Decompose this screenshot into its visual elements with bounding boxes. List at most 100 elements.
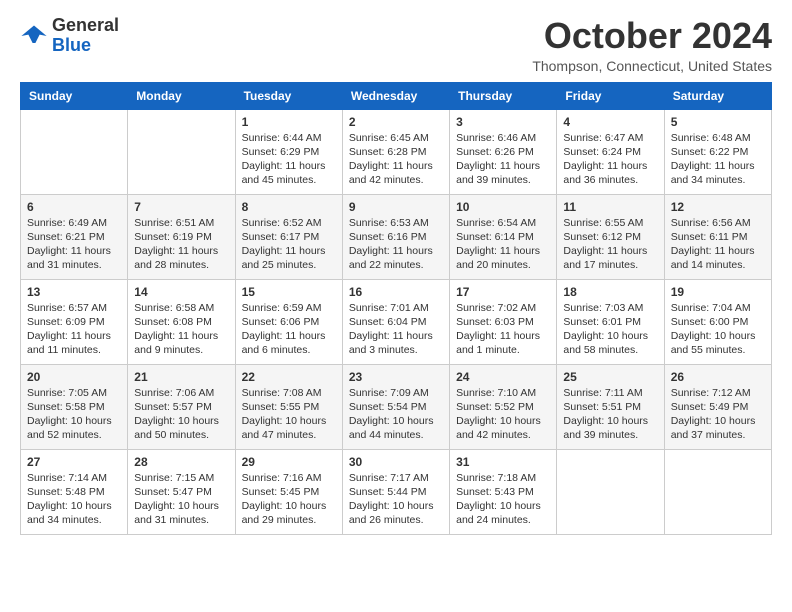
page-header: General Blue October 2024 Thompson, Conn…: [20, 16, 772, 74]
day-detail: Sunrise: 7:11 AM Sunset: 5:51 PM Dayligh…: [563, 386, 657, 443]
day-number: 17: [456, 285, 550, 299]
day-number: 27: [27, 455, 121, 469]
logo: General Blue: [20, 16, 119, 56]
day-detail: Sunrise: 6:48 AM Sunset: 6:22 PM Dayligh…: [671, 131, 765, 188]
day-detail: Sunrise: 6:51 AM Sunset: 6:19 PM Dayligh…: [134, 216, 228, 273]
day-detail: Sunrise: 7:14 AM Sunset: 5:48 PM Dayligh…: [27, 471, 121, 528]
calendar-cell: 4Sunrise: 6:47 AM Sunset: 6:24 PM Daylig…: [557, 109, 664, 194]
day-detail: Sunrise: 6:45 AM Sunset: 6:28 PM Dayligh…: [349, 131, 443, 188]
calendar-cell: 31 Sunrise: 7:18 AM Sunset: 5:43 PM Dayli…: [450, 449, 557, 534]
calendar-cell: 1Sunrise: 6:44 AM Sunset: 6:29 PM Daylig…: [235, 109, 342, 194]
day-number: 19: [671, 285, 765, 299]
day-number: 2: [349, 115, 443, 129]
day-detail: Sunrise: 6:52 AM Sunset: 6:17 PM Dayligh…: [242, 216, 336, 273]
day-number: 25: [563, 370, 657, 384]
day-detail: Sunrise: 7:01 AM Sunset: 6:04 PM Dayligh…: [349, 301, 443, 358]
day-detail: Sunrise: 7:08 AM Sunset: 5:55 PM Dayligh…: [242, 386, 336, 443]
logo-text: General Blue: [52, 16, 119, 56]
day-number: 7: [134, 200, 228, 214]
day-number: 22: [242, 370, 336, 384]
day-detail: Sunrise: 6:54 AM Sunset: 6:14 PM Dayligh…: [456, 216, 550, 273]
calendar-header-tuesday: Tuesday: [235, 82, 342, 109]
calendar-cell: 11 Sunrise: 6:55 AM Sunset: 6:12 PM Dayli…: [557, 194, 664, 279]
calendar-cell: 2 Sunrise: 6:45 AM Sunset: 6:28 PM Daylig…: [342, 109, 449, 194]
calendar-cell: 23 Sunrise: 7:09 AM Sunset: 5:54 PM Dayli…: [342, 364, 449, 449]
day-number: 16: [349, 285, 443, 299]
day-detail: Sunrise: 6:56 AM Sunset: 6:11 PM Dayligh…: [671, 216, 765, 273]
calendar-cell: 21 Sunrise: 7:06 AM Sunset: 5:57 PM Dayli…: [128, 364, 235, 449]
day-number: 14: [134, 285, 228, 299]
calendar-header-friday: Friday: [557, 82, 664, 109]
calendar-cell: 9 Sunrise: 6:53 AM Sunset: 6:16 PM Daylig…: [342, 194, 449, 279]
calendar-week-row: 27 Sunrise: 7:14 AM Sunset: 5:48 PM Dayli…: [21, 449, 772, 534]
calendar-cell: [664, 449, 771, 534]
day-number: 9: [349, 200, 443, 214]
day-number: 30: [349, 455, 443, 469]
day-number: 20: [27, 370, 121, 384]
day-detail: Sunrise: 6:46 AM Sunset: 6:26 PM Dayligh…: [456, 131, 550, 188]
calendar-cell: 10 Sunrise: 6:54 AM Sunset: 6:14 PM Dayli…: [450, 194, 557, 279]
day-detail: Sunrise: 7:10 AM Sunset: 5:52 PM Dayligh…: [456, 386, 550, 443]
calendar-cell: [128, 109, 235, 194]
calendar-cell: 26Sunrise: 7:12 AM Sunset: 5:49 PM Dayli…: [664, 364, 771, 449]
day-detail: Sunrise: 7:02 AM Sunset: 6:03 PM Dayligh…: [456, 301, 550, 358]
day-number: 15: [242, 285, 336, 299]
logo-bird-icon: [20, 22, 48, 50]
day-number: 5: [671, 115, 765, 129]
day-detail: Sunrise: 6:55 AM Sunset: 6:12 PM Dayligh…: [563, 216, 657, 273]
calendar-cell: 22 Sunrise: 7:08 AM Sunset: 5:55 PM Dayli…: [235, 364, 342, 449]
day-detail: Sunrise: 6:59 AM Sunset: 6:06 PM Dayligh…: [242, 301, 336, 358]
calendar-cell: [21, 109, 128, 194]
title-area: October 2024 Thompson, Connecticut, Unit…: [532, 16, 772, 74]
calendar-week-row: 1Sunrise: 6:44 AM Sunset: 6:29 PM Daylig…: [21, 109, 772, 194]
calendar-week-row: 20Sunrise: 7:05 AM Sunset: 5:58 PM Dayli…: [21, 364, 772, 449]
calendar-week-row: 6Sunrise: 6:49 AM Sunset: 6:21 PM Daylig…: [21, 194, 772, 279]
day-number: 23: [349, 370, 443, 384]
day-number: 11: [563, 200, 657, 214]
day-number: 10: [456, 200, 550, 214]
calendar-cell: 25 Sunrise: 7:11 AM Sunset: 5:51 PM Dayli…: [557, 364, 664, 449]
calendar-cell: 15 Sunrise: 6:59 AM Sunset: 6:06 PM Dayli…: [235, 279, 342, 364]
day-number: 18: [563, 285, 657, 299]
calendar-header-saturday: Saturday: [664, 82, 771, 109]
day-detail: Sunrise: 6:44 AM Sunset: 6:29 PM Dayligh…: [242, 131, 336, 188]
calendar-cell: 7 Sunrise: 6:51 AM Sunset: 6:19 PM Daylig…: [128, 194, 235, 279]
day-detail: Sunrise: 6:57 AM Sunset: 6:09 PM Dayligh…: [27, 301, 121, 358]
day-detail: Sunrise: 7:03 AM Sunset: 6:01 PM Dayligh…: [563, 301, 657, 358]
calendar-cell: 29Sunrise: 7:16 AM Sunset: 5:45 PM Dayli…: [235, 449, 342, 534]
day-number: 29: [242, 455, 336, 469]
location: Thompson, Connecticut, United States: [532, 58, 772, 74]
calendar-header-sunday: Sunday: [21, 82, 128, 109]
calendar-cell: 24 Sunrise: 7:10 AM Sunset: 5:52 PM Dayli…: [450, 364, 557, 449]
day-detail: Sunrise: 7:15 AM Sunset: 5:47 PM Dayligh…: [134, 471, 228, 528]
calendar-cell: 27 Sunrise: 7:14 AM Sunset: 5:48 PM Dayli…: [21, 449, 128, 534]
calendar-cell: 12 Sunrise: 6:56 AM Sunset: 6:11 PM Dayli…: [664, 194, 771, 279]
calendar-cell: 19Sunrise: 7:04 AM Sunset: 6:00 PM Dayli…: [664, 279, 771, 364]
day-detail: Sunrise: 6:53 AM Sunset: 6:16 PM Dayligh…: [349, 216, 443, 273]
day-number: 24: [456, 370, 550, 384]
calendar-header-wednesday: Wednesday: [342, 82, 449, 109]
day-number: 12: [671, 200, 765, 214]
calendar-header-row: SundayMondayTuesdayWednesdayThursdayFrid…: [21, 82, 772, 109]
calendar-cell: 17 Sunrise: 7:02 AM Sunset: 6:03 PM Dayli…: [450, 279, 557, 364]
day-number: 8: [242, 200, 336, 214]
day-number: 31: [456, 455, 550, 469]
day-number: 6: [27, 200, 121, 214]
day-number: 28: [134, 455, 228, 469]
day-detail: Sunrise: 6:58 AM Sunset: 6:08 PM Dayligh…: [134, 301, 228, 358]
calendar-cell: 16 Sunrise: 7:01 AM Sunset: 6:04 PM Dayli…: [342, 279, 449, 364]
calendar-week-row: 13 Sunrise: 6:57 AM Sunset: 6:09 PM Dayli…: [21, 279, 772, 364]
day-detail: Sunrise: 7:06 AM Sunset: 5:57 PM Dayligh…: [134, 386, 228, 443]
calendar-cell: 6Sunrise: 6:49 AM Sunset: 6:21 PM Daylig…: [21, 194, 128, 279]
calendar-header-monday: Monday: [128, 82, 235, 109]
day-number: 21: [134, 370, 228, 384]
day-detail: Sunrise: 6:47 AM Sunset: 6:24 PM Dayligh…: [563, 131, 657, 188]
day-detail: Sunrise: 7:09 AM Sunset: 5:54 PM Dayligh…: [349, 386, 443, 443]
day-number: 3: [456, 115, 550, 129]
calendar-header-thursday: Thursday: [450, 82, 557, 109]
day-number: 13: [27, 285, 121, 299]
calendar-cell: 13 Sunrise: 6:57 AM Sunset: 6:09 PM Dayli…: [21, 279, 128, 364]
calendar-cell: 20Sunrise: 7:05 AM Sunset: 5:58 PM Dayli…: [21, 364, 128, 449]
calendar-cell: [557, 449, 664, 534]
day-detail: Sunrise: 7:18 AM Sunset: 5:43 PM Dayligh…: [456, 471, 550, 528]
